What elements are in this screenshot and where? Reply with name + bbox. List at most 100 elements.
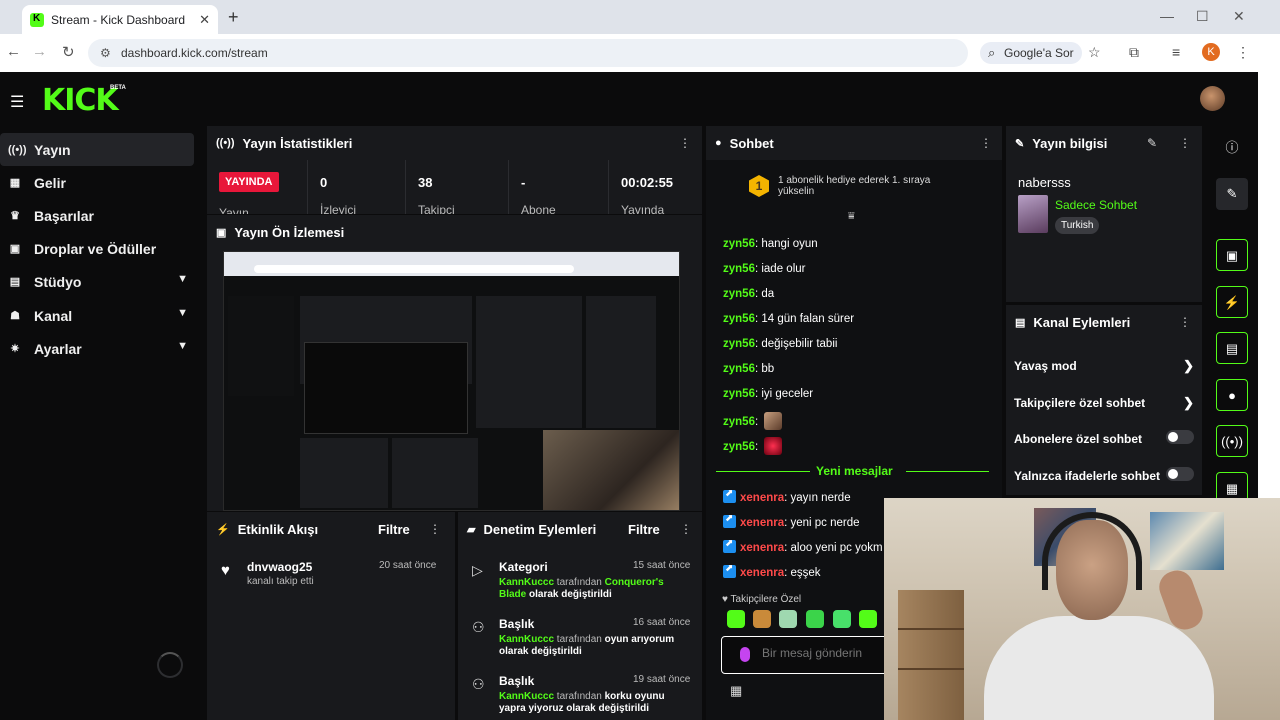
more-options-icon[interactable]: ⋮ (680, 522, 692, 536)
preview-browser-bar (224, 252, 679, 276)
mod-user[interactable]: KannKuccc (499, 577, 554, 588)
sidebar-item-ayarlar[interactable]: ✷ Ayarlar ▼ (0, 332, 194, 365)
minimize-icon[interactable]: — (1160, 8, 1174, 24)
activity-user[interactable]: dnvwaog25 (247, 560, 312, 574)
chat-username[interactable]: zyn56 (723, 441, 755, 453)
chat-username[interactable]: zyn56 (723, 416, 755, 428)
forward-icon[interactable]: → (32, 43, 47, 60)
chat-message: xenenra: aloo yeni pc yokm (723, 538, 883, 554)
stream-username: nabersss (1018, 175, 1071, 190)
panel-header: ✎ Yayın bilgisi (1006, 126, 1202, 160)
gear-icon: ✷ (10, 343, 20, 355)
maximize-icon[interactable]: ☐ (1196, 8, 1209, 25)
pin-filter-icon[interactable]: ⩸ (848, 210, 855, 223)
media-control-icon[interactable]: ≡ (1172, 44, 1180, 60)
filter-button[interactable]: Filtre (378, 522, 410, 537)
emote-button[interactable] (833, 610, 851, 628)
more-options-icon[interactable]: ⋮ (1179, 315, 1191, 329)
hamburger-menu-icon[interactable]: ☰ (10, 92, 24, 112)
user-avatar[interactable] (1200, 86, 1225, 111)
stream-preview-panel: ▣ Yayın Ön İzlemesi (207, 215, 702, 511)
sidebar-item-droplar[interactable]: ▣ Droplar ve Ödüller (0, 232, 194, 265)
chat-username[interactable]: xenenra (740, 492, 784, 504)
emote-button[interactable] (779, 610, 797, 628)
stat-label: Abone (521, 203, 556, 214)
more-options-icon[interactable]: ⋮ (980, 136, 992, 150)
divider-line (716, 471, 810, 472)
info-icon[interactable]: ⓘ (1216, 132, 1248, 164)
mod-user[interactable]: KannKuccc (499, 634, 554, 645)
chat-bubble-icon[interactable]: ● (1216, 379, 1248, 411)
chat-username[interactable]: zyn56 (723, 263, 755, 275)
bookmark-star-icon[interactable]: ☆ (1088, 44, 1101, 61)
extensions-icon[interactable]: ⧉ (1129, 44, 1139, 61)
chat-username[interactable]: xenenra (740, 567, 784, 579)
panel-title: Yayın İstatistikleri (242, 135, 353, 151)
close-tab-icon[interactable]: ✕ (199, 12, 210, 28)
chat-username[interactable]: zyn56 (723, 313, 755, 325)
followers-only-text: Takipçilere Özel (730, 594, 802, 605)
mod-user[interactable]: KannKuccc (499, 691, 554, 702)
back-icon[interactable]: ← (6, 43, 21, 60)
mod-mid: tarafından (556, 577, 602, 588)
edit-icon[interactable]: ✎ (1216, 178, 1248, 210)
panel-title: Yayın Ön İzlemesi (234, 224, 345, 240)
emote-button[interactable] (859, 610, 877, 628)
sidebar-item-kanal[interactable]: ☗ Kanal ▼ (0, 299, 194, 332)
filter-button[interactable]: Filtre (628, 522, 660, 537)
followers-only-row[interactable]: Takipçilere özel sohbet ❯ (1014, 395, 1198, 410)
category-thumbnail[interactable] (1018, 195, 1048, 233)
bolt-icon[interactable]: ⚡ (1216, 286, 1248, 318)
site-settings-icon[interactable]: ⚙ (100, 39, 111, 67)
kick-logo[interactable]: KICK (42, 83, 119, 118)
browser-tab[interactable]: Stream - Kick Dashboard ✕ (22, 5, 218, 34)
sidebar-item-gelir[interactable]: ▦ Gelir (0, 166, 194, 199)
browser-profile-avatar[interactable]: K (1202, 43, 1220, 61)
preview-toggle-icon[interactable]: ▣ (1216, 239, 1248, 271)
document-icon[interactable]: ▤ (1216, 332, 1248, 364)
action-label: Yalnızca ifadelerle sohbet (1014, 469, 1161, 483)
emote-button[interactable] (806, 610, 824, 628)
reload-icon[interactable]: ↻ (62, 43, 75, 61)
emote-button[interactable] (727, 610, 745, 628)
gift-goal-text[interactable]: 1 abonelik hediye ederek 1. sıraya yükse… (778, 175, 958, 197)
browser-menu-icon[interactable]: ⋮ (1236, 44, 1250, 61)
sidebar-item-label: Stüdyo (34, 273, 82, 290)
chat-username[interactable]: xenenra (740, 517, 784, 529)
sidebar-item-yayin[interactable]: ((•)) Yayın (0, 133, 194, 166)
title-change-icon: ⚇ (472, 619, 485, 635)
chat-username[interactable]: xenenra (740, 542, 784, 554)
chat-username[interactable]: zyn56 (723, 388, 755, 400)
more-options-icon[interactable]: ⋮ (429, 522, 441, 536)
more-options-icon[interactable]: ⋮ (1179, 136, 1191, 150)
microphone-icon[interactable] (740, 647, 750, 662)
chat-message-input[interactable] (762, 646, 886, 660)
sidebar-item-studyo[interactable]: ▤ Stüdyo ▼ (0, 265, 194, 298)
address-bar[interactable]: ⚙ dashboard.kick.com/stream (88, 39, 968, 67)
emotes-only-toggle[interactable] (1166, 467, 1194, 481)
store-icon[interactable]: ▦ (730, 683, 742, 699)
stream-category[interactable]: Sadece Sohbet (1055, 198, 1137, 212)
broadcast-icon[interactable]: ((•)) (1216, 425, 1248, 457)
chat-username[interactable]: zyn56 (723, 338, 755, 350)
edit-pencil-icon[interactable]: ✎ (1147, 136, 1157, 150)
chat-username[interactable]: zyn56 (723, 238, 755, 250)
close-window-icon[interactable]: ✕ (1233, 8, 1245, 25)
google-ask-button[interactable]: Google'a Sor (980, 42, 1082, 64)
new-tab-icon[interactable]: + (228, 7, 239, 28)
sidebar-item-basarilar[interactable]: ♛ Başarılar (0, 199, 194, 232)
mod-item-title: Başlık (499, 674, 535, 688)
tab-title: Stream - Kick Dashboard (51, 12, 186, 27)
more-options-icon[interactable]: ⋮ (679, 136, 691, 150)
slow-mode-row[interactable]: Yavaş mod ❯ (1014, 358, 1198, 373)
subscribers-only-toggle[interactable] (1166, 430, 1194, 444)
chat-username[interactable]: zyn56 (723, 288, 755, 300)
chat-input-box[interactable] (721, 636, 891, 674)
beta-badge: BETA (110, 85, 126, 91)
emote-button[interactable] (753, 610, 771, 628)
stats-row: YAYINDA Yayın 0 İzleyici 38 Takipçi - Ab… (207, 160, 702, 214)
heart-icon: ♥ (221, 562, 230, 579)
panel-header: ▰ Denetim Eylemleri (458, 512, 702, 546)
stream-preview-video[interactable] (223, 251, 680, 511)
chat-username[interactable]: zyn56 (723, 363, 755, 375)
